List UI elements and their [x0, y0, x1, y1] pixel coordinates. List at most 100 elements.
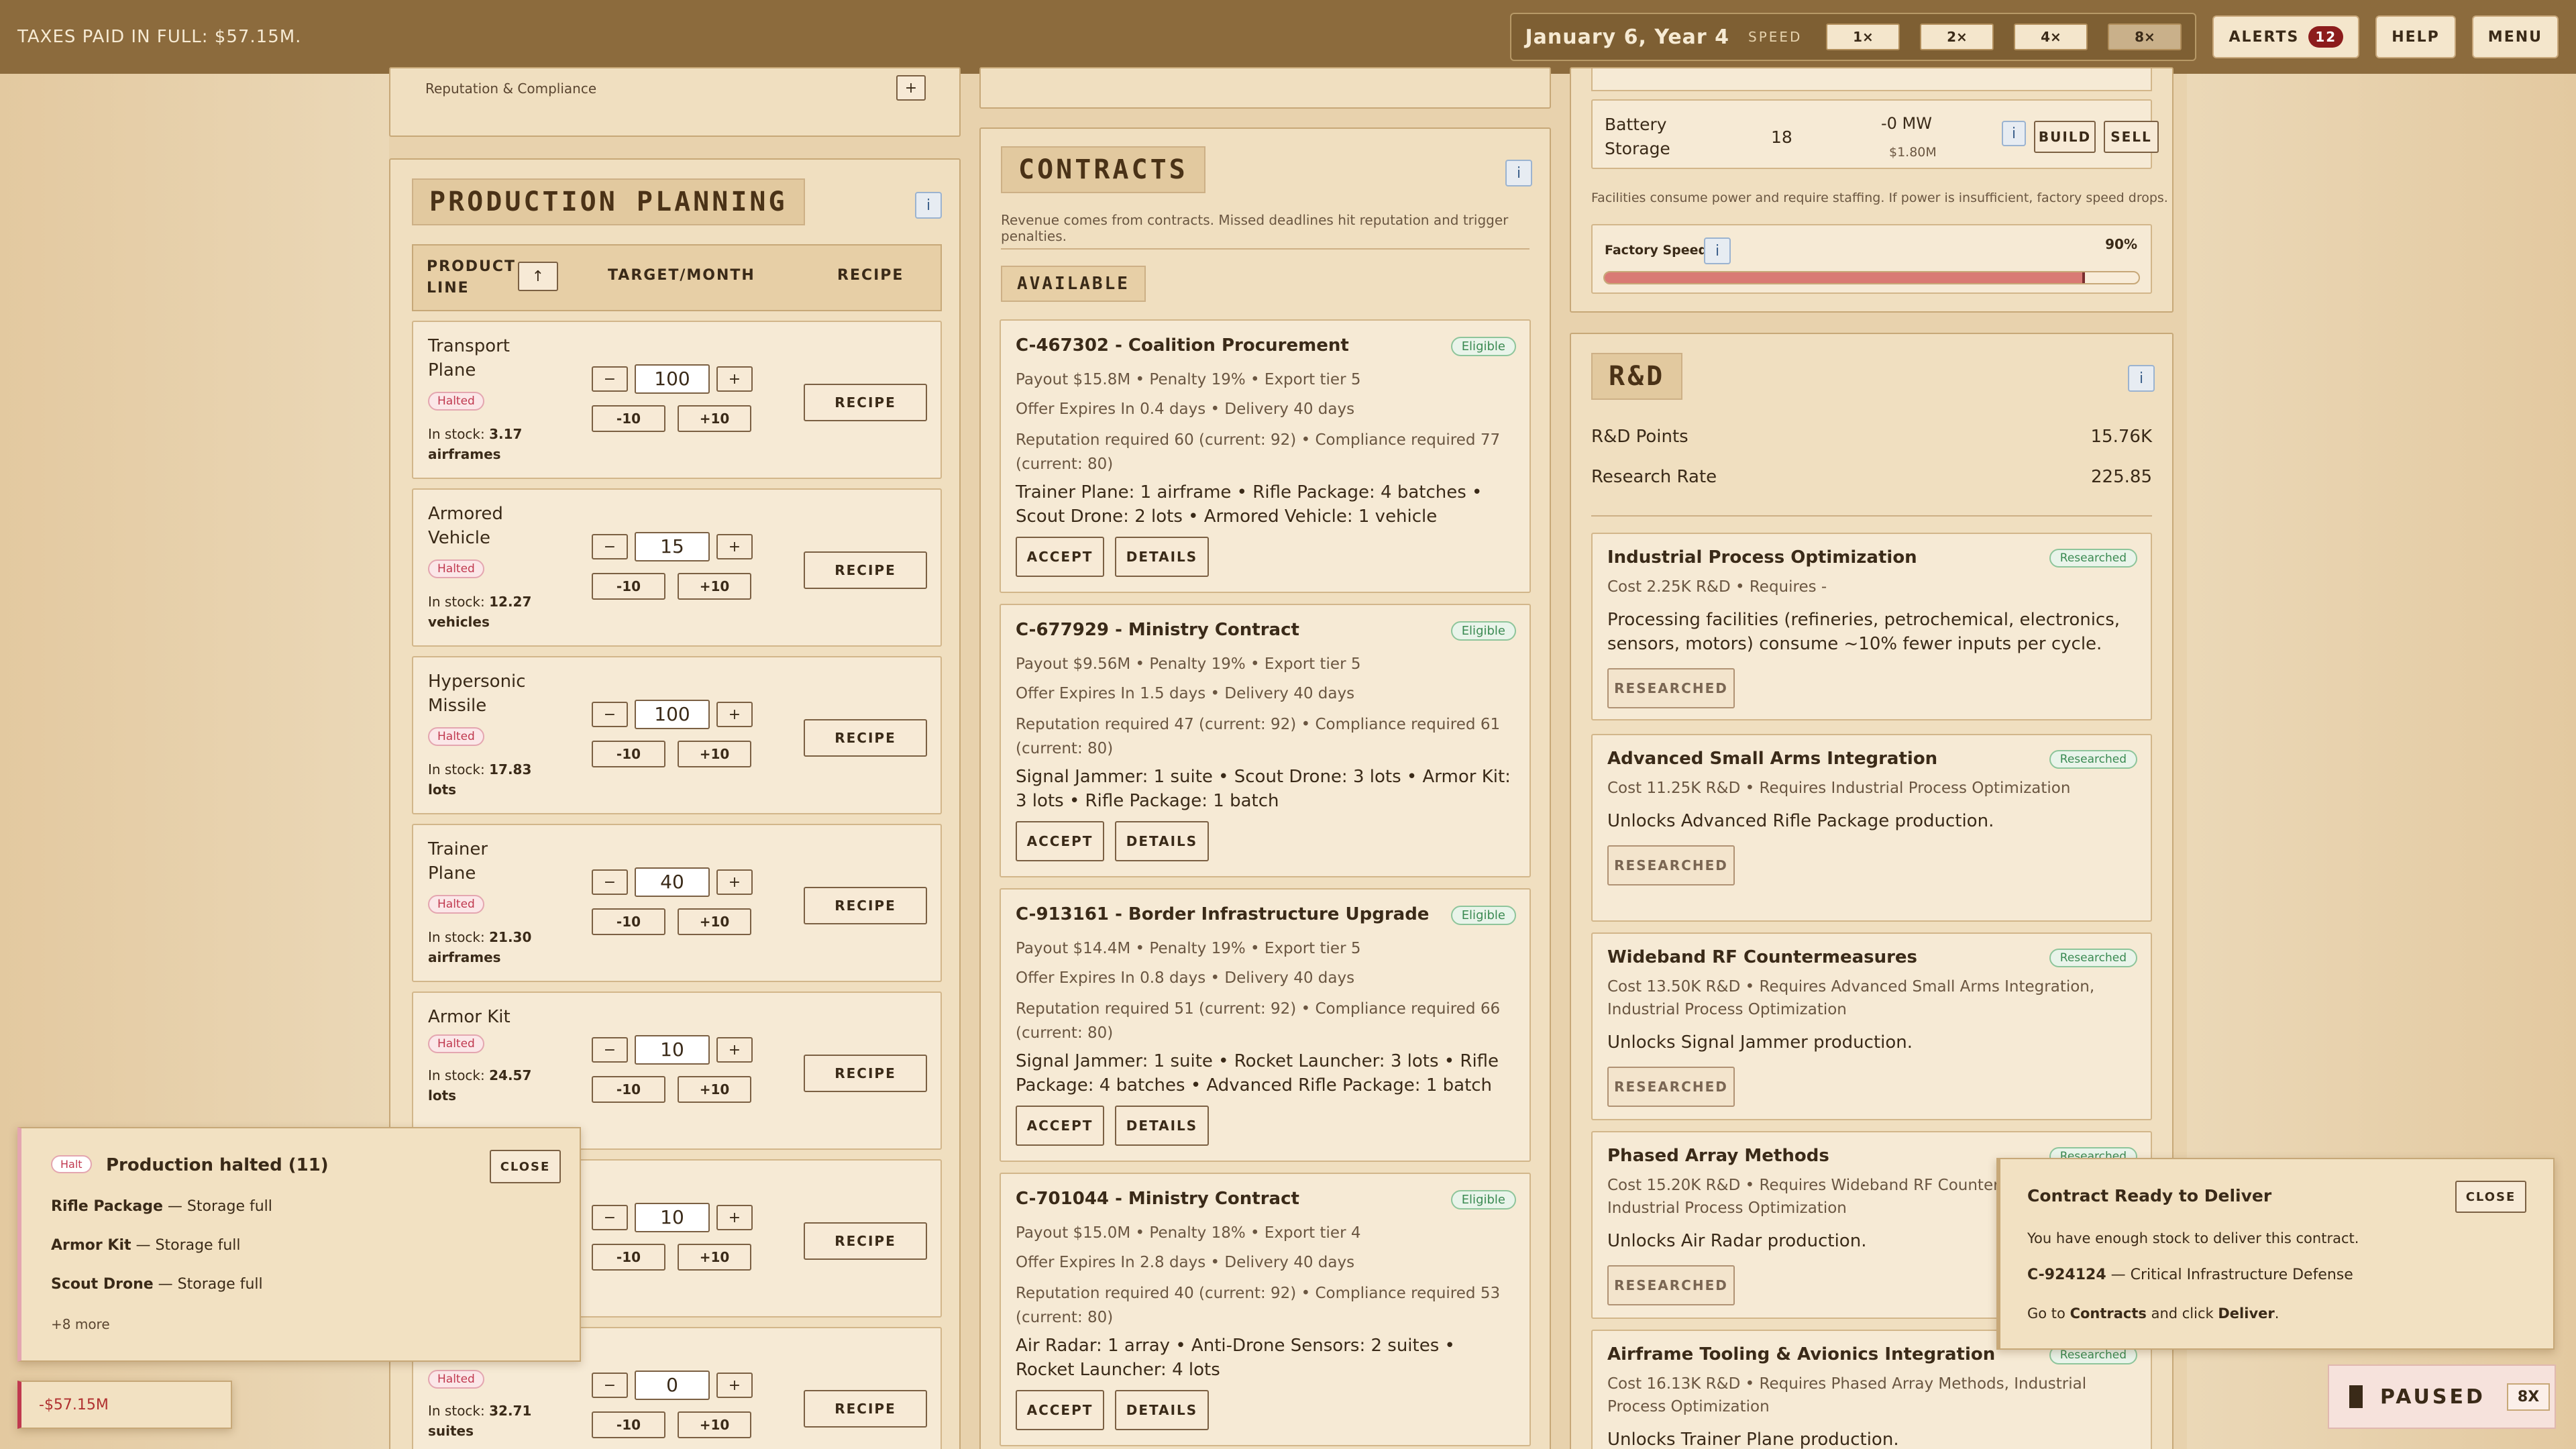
- researched-button[interactable]: RESEARCHED: [1607, 1265, 1735, 1305]
- rnd-info-button[interactable]: i: [2128, 365, 2155, 392]
- accept-button[interactable]: ACCEPT: [1016, 1390, 1104, 1430]
- eligible-badge: Eligible: [1450, 621, 1516, 641]
- accept-button[interactable]: ACCEPT: [1016, 1106, 1104, 1146]
- increase-10-button[interactable]: +10: [678, 1244, 751, 1271]
- details-button[interactable]: DETAILS: [1115, 1390, 1209, 1430]
- increase-10-button[interactable]: +10: [678, 741, 751, 767]
- speed-2x-button[interactable]: 2×: [1920, 23, 1994, 50]
- target-quantity-input[interactable]: 10: [635, 1035, 710, 1065]
- menu-button[interactable]: MENU: [2471, 15, 2559, 58]
- details-button[interactable]: DETAILS: [1115, 821, 1209, 861]
- contract-card: C-913161 - Border Infrastructure Upgrade…: [1000, 888, 1531, 1162]
- target-quantity-input[interactable]: 40: [635, 867, 710, 897]
- product-name: Trainer Plane: [428, 839, 488, 883]
- increase-button[interactable]: +: [716, 366, 753, 392]
- target-quantity-input[interactable]: 100: [635, 364, 710, 394]
- taxes-status: TAXES PAID IN FULL: $57.15M.: [17, 27, 302, 47]
- speed-1x-button[interactable]: 1×: [1826, 23, 1900, 50]
- speed-8x-button[interactable]: 8×: [2108, 23, 2182, 50]
- decrease-button[interactable]: −: [592, 869, 628, 895]
- recipe-button[interactable]: RECIPE: [804, 551, 927, 589]
- stock-value: 21.30: [489, 929, 532, 945]
- halt-more-link[interactable]: +8 more: [51, 1316, 110, 1332]
- researched-button[interactable]: RESEARCHED: [1607, 668, 1735, 708]
- increase-button[interactable]: +: [716, 1037, 753, 1063]
- accept-button[interactable]: ACCEPT: [1016, 821, 1104, 861]
- instruction-text: .: [2274, 1305, 2279, 1322]
- stock-label: In stock:: [428, 761, 485, 777]
- stock-info: In stock: 21.30 airframes: [428, 927, 535, 967]
- researched-button[interactable]: RESEARCHED: [1607, 845, 1735, 885]
- decrease-button[interactable]: −: [592, 1205, 628, 1230]
- decrease-10-button[interactable]: -10: [592, 908, 665, 935]
- money-delta-value: -$57.15M: [39, 1397, 109, 1413]
- decrease-button[interactable]: −: [592, 534, 628, 559]
- halt-item: Armor Kit — Storage full: [51, 1237, 241, 1254]
- increase-button[interactable]: +: [716, 1205, 753, 1230]
- recipe-button[interactable]: RECIPE: [804, 1390, 927, 1428]
- recipe-button[interactable]: RECIPE: [804, 1055, 927, 1092]
- decrease-10-button[interactable]: -10: [592, 1411, 665, 1438]
- decrease-10-button[interactable]: -10: [592, 405, 665, 432]
- paused-widget[interactable]: PAUSED 8X: [2328, 1364, 2556, 1429]
- halt-item-name: Armor Kit: [51, 1237, 131, 1254]
- production-row: Armored Vehicle Halted In stock: 12.27 vehi…: [412, 488, 942, 647]
- battery-info-button[interactable]: i: [2002, 121, 2026, 146]
- decrease-10-button[interactable]: -10: [592, 741, 665, 767]
- increase-10-button[interactable]: +10: [678, 405, 751, 432]
- details-button[interactable]: DETAILS: [1115, 1106, 1209, 1146]
- researched-button[interactable]: RESEARCHED: [1607, 1067, 1735, 1107]
- production-row: Trainer Plane Halted In stock: 21.30 airfra…: [412, 824, 942, 982]
- contracts-info-button[interactable]: i: [1505, 160, 1532, 186]
- contract-timing: Offer Expires In 1.5 days • Delivery 40 …: [1016, 685, 1355, 702]
- battery-sell-button[interactable]: SELL: [2104, 121, 2159, 153]
- increase-button[interactable]: +: [716, 534, 753, 559]
- increase-10-button[interactable]: +10: [678, 908, 751, 935]
- accept-button[interactable]: ACCEPT: [1016, 537, 1104, 577]
- speed-label: SPEED: [1748, 29, 1803, 45]
- recipe-button[interactable]: RECIPE: [804, 719, 927, 757]
- recipe-button[interactable]: RECIPE: [804, 1222, 927, 1260]
- decrease-button[interactable]: −: [592, 1373, 628, 1398]
- contract-requirements: Reputation required 40 (current: 92) • C…: [1016, 1285, 1501, 1326]
- help-button[interactable]: HELP: [2375, 15, 2456, 58]
- increase-10-button[interactable]: +10: [678, 1411, 751, 1438]
- stock-info: In stock: 17.83 lots: [428, 759, 535, 800]
- factory-speed-info-button[interactable]: i: [1704, 237, 1731, 264]
- target-quantity-input[interactable]: 0: [635, 1371, 710, 1400]
- increase-10-button[interactable]: +10: [678, 573, 751, 600]
- reputation-expand-button[interactable]: +: [896, 75, 926, 101]
- recipe-header: RECIPE: [837, 267, 904, 284]
- deliver-toast-title: Contract Ready to Deliver: [2027, 1186, 2272, 1205]
- contract-timing: Offer Expires In 2.8 days • Delivery 40 …: [1016, 1254, 1355, 1271]
- target-quantity-input[interactable]: 10: [635, 1203, 710, 1232]
- alerts-button[interactable]: ALERTS 12: [2212, 15, 2360, 58]
- decrease-10-button[interactable]: -10: [592, 1244, 665, 1271]
- increase-button[interactable]: +: [716, 702, 753, 727]
- details-button[interactable]: DETAILS: [1115, 537, 1209, 577]
- increase-10-button[interactable]: +10: [678, 1076, 751, 1103]
- recipe-button[interactable]: RECIPE: [804, 384, 927, 421]
- production-info-button[interactable]: i: [915, 192, 942, 219]
- decrease-10-button[interactable]: -10: [592, 573, 665, 600]
- product-name: Hypersonic Missile: [428, 672, 526, 716]
- halt-toast-close-button[interactable]: CLOSE: [490, 1150, 561, 1183]
- recipe-button[interactable]: RECIPE: [804, 887, 927, 924]
- factory-speed-bar: [1603, 271, 2140, 284]
- decrease-10-button[interactable]: -10: [592, 1076, 665, 1103]
- sort-button[interactable]: ↑: [518, 262, 558, 291]
- target-quantity-input[interactable]: 15: [635, 532, 710, 561]
- decrease-button[interactable]: −: [592, 366, 628, 392]
- rnd-title: R&D: [1591, 353, 1683, 400]
- stock-info: In stock: 3.17 airframes: [428, 424, 535, 464]
- deliver-toast-close-button[interactable]: CLOSE: [2455, 1181, 2526, 1213]
- battery-build-button[interactable]: BUILD: [2034, 121, 2096, 153]
- increase-button[interactable]: +: [716, 1373, 753, 1398]
- decrease-button[interactable]: −: [592, 1037, 628, 1063]
- target-quantity-input[interactable]: 100: [635, 700, 710, 729]
- contracts-title: CONTRACTS: [1001, 146, 1205, 193]
- speed-4x-button[interactable]: 4×: [2014, 23, 2088, 50]
- decrease-button[interactable]: −: [592, 702, 628, 727]
- contracts-link[interactable]: Contracts: [2070, 1305, 2147, 1322]
- increase-button[interactable]: +: [716, 869, 753, 895]
